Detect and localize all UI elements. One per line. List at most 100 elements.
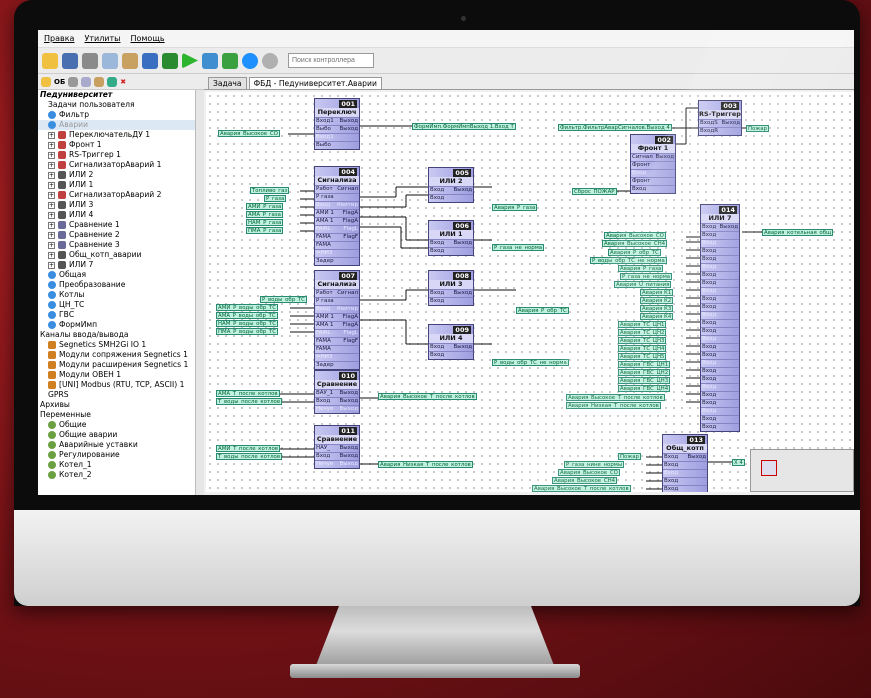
- block-pin[interactable]: Вход Квитир: [315, 305, 359, 313]
- block-pin[interactable]: Сигнал Выход: [631, 153, 675, 161]
- fbd-block[interactable]: 007 Сигнализа Работ Сигнал Р газа Вход Квитир А…: [314, 270, 360, 370]
- block-pin[interactable]: Вход: [701, 239, 739, 247]
- block-pin[interactable]: FAMA FlagF: [315, 233, 359, 241]
- block-pin[interactable]: Вход: [701, 415, 739, 423]
- variable-label[interactable]: Авария_ТС_ЦН1: [618, 321, 667, 328]
- tree-item[interactable]: Segnetics SMH2Gi IO 1: [38, 340, 195, 350]
- block-pin[interactable]: НАУ_ Выход: [315, 444, 359, 452]
- minimap[interactable]: [750, 449, 854, 492]
- fbd-block[interactable]: 002 Фронт 1 Сигнал Выход Фронт Вход Фронт Вход: [630, 134, 676, 194]
- block-pin[interactable]: FAMA FlagF: [315, 337, 359, 345]
- tree-item[interactable]: Модули сопряжения Segnetics 1: [38, 350, 195, 360]
- fbd-block[interactable]: 006 ИЛИ 1 Вход Выход Вход: [428, 220, 474, 256]
- tree-item[interactable]: + Общ_котп_аварии: [38, 250, 195, 260]
- variable-label[interactable]: Авария_Высокое_СО: [558, 469, 620, 476]
- variable-label[interactable]: Р_воды_обр_ТС_не_норма: [590, 257, 667, 264]
- block-pin[interactable]: Фронт: [631, 177, 675, 185]
- block-pin[interactable]: Вход: [701, 327, 739, 335]
- tree-item[interactable]: ЦН_ТС: [38, 300, 195, 310]
- block-pin[interactable]: ВходR: [699, 127, 741, 135]
- tree-item[interactable]: + ИЛИ 1: [38, 180, 195, 190]
- variable-label[interactable]: Р_газа_не_норма: [620, 273, 673, 280]
- tree-item[interactable]: Общие: [38, 420, 195, 430]
- download-icon[interactable]: [162, 52, 178, 69]
- variable-label[interactable]: Р_газа: [264, 195, 287, 202]
- tab-fbd-alarms[interactable]: ФБД - Педуниверситет.Аварии: [248, 77, 382, 89]
- block-pin[interactable]: Вход: [429, 297, 473, 305]
- tree-item[interactable]: + СигнализаторАварий 1: [38, 160, 195, 170]
- run-icon[interactable]: [182, 52, 198, 69]
- variable-label[interactable]: Авария_Высокое_СО: [604, 232, 666, 239]
- block-pin[interactable]: Вход: [701, 407, 739, 415]
- variable-label[interactable]: Р_воды_обр_ТС: [260, 296, 307, 303]
- variable-label[interactable]: Авария_Высокое_СН4: [552, 477, 618, 484]
- tree-item[interactable]: Фильтр: [38, 110, 195, 120]
- list-icon[interactable]: [142, 52, 158, 69]
- copy-icon[interactable]: [102, 52, 118, 69]
- variable-label[interactable]: Авария_Низкая_Т_после_котлов: [378, 461, 473, 468]
- block-pin[interactable]: Вход: [701, 231, 739, 239]
- variable-label[interactable]: Авария К1: [640, 289, 674, 296]
- variable-label[interactable]: Авария_ТС_ЦН5: [618, 353, 667, 360]
- block-pin[interactable]: Вход: [701, 255, 739, 263]
- block-pin[interactable]: Вход: [701, 335, 739, 343]
- block-pin[interactable]: Вход: [701, 311, 739, 319]
- save-icon[interactable]: [62, 52, 78, 69]
- variable-label[interactable]: Авария_Р_газа: [618, 265, 664, 272]
- block-pin[interactable]: Вход Выход: [315, 452, 359, 460]
- block-pin[interactable]: Вход Выход: [315, 397, 359, 405]
- variable-label[interactable]: АМА_Т_после_котлов: [216, 390, 280, 397]
- expand-icon[interactable]: +: [48, 201, 55, 209]
- variable-label[interactable]: Авария_Высокое_Т_после_котлов: [532, 485, 631, 492]
- delete-icon[interactable]: ✖: [120, 78, 126, 86]
- variable-label[interactable]: Т_воды_после_котлов: [216, 453, 283, 460]
- block-pin[interactable]: АМА 1 FlagA: [315, 321, 359, 329]
- fbd-block[interactable]: 014 ИЛИ 7 Вход Выход Вход Вход Вход Вход Вход Вхо…: [700, 204, 740, 432]
- tree-scrollbar[interactable]: [196, 90, 204, 495]
- tree-item[interactable]: GPRS: [38, 390, 195, 400]
- tree-item[interactable]: + ИЛИ 2: [38, 170, 195, 180]
- fb-icon[interactable]: ОБ: [54, 78, 65, 86]
- variable-label[interactable]: Сброс_ПОЖАР: [572, 188, 617, 195]
- paste-icon[interactable]: [94, 76, 105, 87]
- fbd-block[interactable]: 001 Переключ Вход1 Выход Выбо Выход Вход1 Выбо: [314, 98, 360, 150]
- fbd-block[interactable]: 013Общ_котпВходВыходВходВходВходВходВход: [662, 434, 708, 492]
- block-pin[interactable]: Вход: [701, 359, 739, 367]
- variable-label[interactable]: Фильтр.ФильтрАварСигналов.Выход 4: [558, 124, 672, 131]
- expand-icon[interactable]: +: [48, 241, 55, 249]
- fbd-block[interactable]: 010 Сравнение ВАУ_1 Выход Вход Выход Нечув Выхо…: [314, 370, 360, 414]
- block-pin[interactable]: Вход Выход: [663, 453, 707, 461]
- tree-item[interactable]: Переменные: [38, 410, 195, 420]
- block-pin[interactable]: Работ Сигнал: [315, 289, 359, 297]
- tree-item[interactable]: + Фронт 1: [38, 140, 195, 150]
- block-pin[interactable]: FAMA: [315, 345, 359, 353]
- fbd-block[interactable]: 009 ИЛИ 4 Вход Выход Вход: [428, 324, 474, 360]
- block-pin[interactable]: Вход: [701, 399, 739, 407]
- block-pin[interactable]: Вход: [701, 279, 739, 287]
- expand-icon[interactable]: +: [48, 171, 55, 179]
- expand-icon[interactable]: +: [48, 251, 55, 259]
- block-pin[interactable]: Вход Квитир: [315, 201, 359, 209]
- tree-item[interactable]: Котлы: [38, 290, 195, 300]
- block-pin[interactable]: Нечув Выход: [315, 405, 359, 413]
- plc-icon[interactable]: [222, 52, 238, 69]
- block-pin[interactable]: АМА 1 FlagA: [315, 217, 359, 225]
- variable-label[interactable]: Авария К4: [640, 313, 674, 320]
- block-pin[interactable]: Вход: [663, 485, 707, 492]
- block-pin[interactable]: Вход Выход: [429, 343, 473, 351]
- variable-label[interactable]: Авария_ТС_ЦН4: [618, 345, 667, 352]
- block-pin[interactable]: Нечув Выход: [315, 460, 359, 468]
- block-pin[interactable]: FAIRL FlagL: [315, 225, 359, 233]
- tree-item[interactable]: [UNI] Modbus (RTU, TCP, ASCII) 1: [38, 380, 195, 390]
- block-pin[interactable]: Вход: [701, 287, 739, 295]
- block-pin[interactable]: Вход: [429, 247, 473, 255]
- variable-label[interactable]: АМИ_Р_газа: [246, 203, 284, 210]
- variable-label[interactable]: Авария_Р_обр_ТС: [516, 307, 569, 314]
- tree-item[interactable]: Аварии: [38, 120, 195, 130]
- expand-icon[interactable]: +: [48, 191, 55, 199]
- block-pin[interactable]: Вход: [701, 423, 739, 431]
- block-pin[interactable]: Вход Выход: [429, 289, 473, 297]
- block-pin[interactable]: Вход: [701, 383, 739, 391]
- expand-icon[interactable]: +: [48, 151, 55, 159]
- variable-label[interactable]: Авария_ГВС_ЦН1: [618, 361, 671, 368]
